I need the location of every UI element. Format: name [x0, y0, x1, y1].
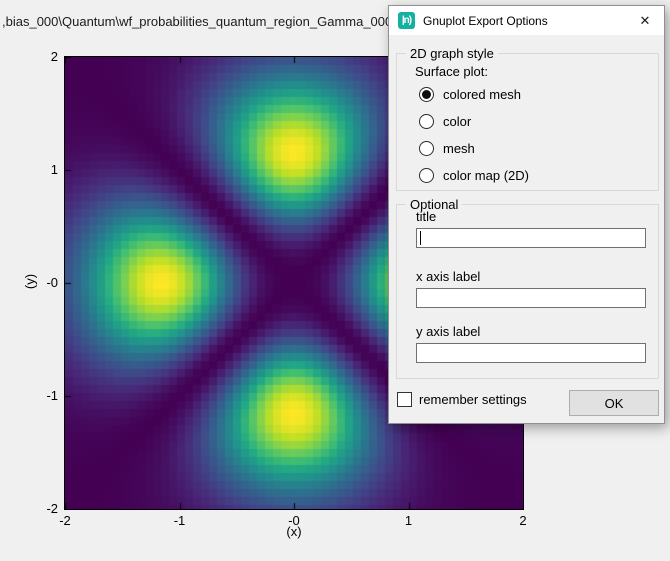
field-label-x-axis-label: x axis label — [416, 269, 640, 284]
group-2d-graph-style-label: 2D graph style — [406, 46, 498, 61]
radio-option-label: color map (2D) — [443, 168, 529, 183]
checkbox-label: remember settings — [419, 392, 527, 407]
dialog-titlebar[interactable]: |n) Gnuplot Export Options ✕ — [389, 6, 664, 35]
title-input[interactable] — [416, 228, 646, 248]
y-tick-1: -1 — [0, 388, 58, 403]
ok-button[interactable]: OK — [569, 390, 659, 416]
radio-option-colored-mesh[interactable]: colored mesh — [419, 84, 521, 104]
remember-settings-checkbox-row[interactable]: remember settings — [397, 392, 527, 407]
radio-option-color-map-2d[interactable]: color map (2D) — [419, 165, 529, 185]
x-tick-1: 1 — [389, 513, 429, 528]
field-label-y-axis-label: y axis label — [416, 324, 640, 339]
y-tick-1: 1 — [0, 162, 58, 177]
field-x-axis-label: x axis label — [416, 269, 640, 308]
y-axis-label-input[interactable] — [416, 343, 646, 363]
y-tick-2: 2 — [0, 49, 58, 64]
group-optional: Optional titlex axis labely axis label — [396, 204, 659, 379]
radio-option-color[interactable]: color — [419, 111, 471, 131]
radio-button-icon[interactable] — [419, 141, 434, 156]
checkbox-box[interactable] — [397, 392, 412, 407]
field-label-title: title — [416, 209, 640, 224]
x-axis-label: (x) — [254, 524, 334, 539]
field-title: title — [416, 209, 640, 248]
radio-button-icon[interactable] — [419, 87, 434, 102]
nextnano-logo-icon: |n) — [398, 12, 415, 29]
radio-button-icon[interactable] — [419, 114, 434, 129]
y-axis-label: (y) — [23, 262, 38, 302]
nextnano-screen: ,bias_000\Quantum\wf_probabilities_quant… — [0, 0, 670, 561]
radio-option-label: color — [443, 114, 471, 129]
window-title-path: ,bias_000\Quantum\wf_probabilities_quant… — [2, 14, 417, 29]
x-tick-2: 2 — [503, 513, 543, 528]
group-2d-graph-style: 2D graph style Surface plot: colored mes… — [396, 53, 659, 191]
x-tick-1: -1 — [160, 513, 200, 528]
x-axis-label-input[interactable] — [416, 288, 646, 308]
x-tick-2: -2 — [45, 513, 85, 528]
radio-option-label: mesh — [443, 141, 475, 156]
radio-option-label: colored mesh — [443, 87, 521, 102]
dialog-title: Gnuplot Export Options — [423, 14, 630, 28]
field-y-axis-label: y axis label — [416, 324, 640, 363]
text-caret — [420, 231, 421, 245]
surface-plot-label: Surface plot: — [415, 64, 488, 79]
radio-button-icon[interactable] — [419, 168, 434, 183]
gnuplot-export-options-dialog: |n) Gnuplot Export Options ✕ 2D graph st… — [388, 5, 665, 424]
radio-option-mesh[interactable]: mesh — [419, 138, 475, 158]
close-icon[interactable]: ✕ — [630, 10, 660, 32]
